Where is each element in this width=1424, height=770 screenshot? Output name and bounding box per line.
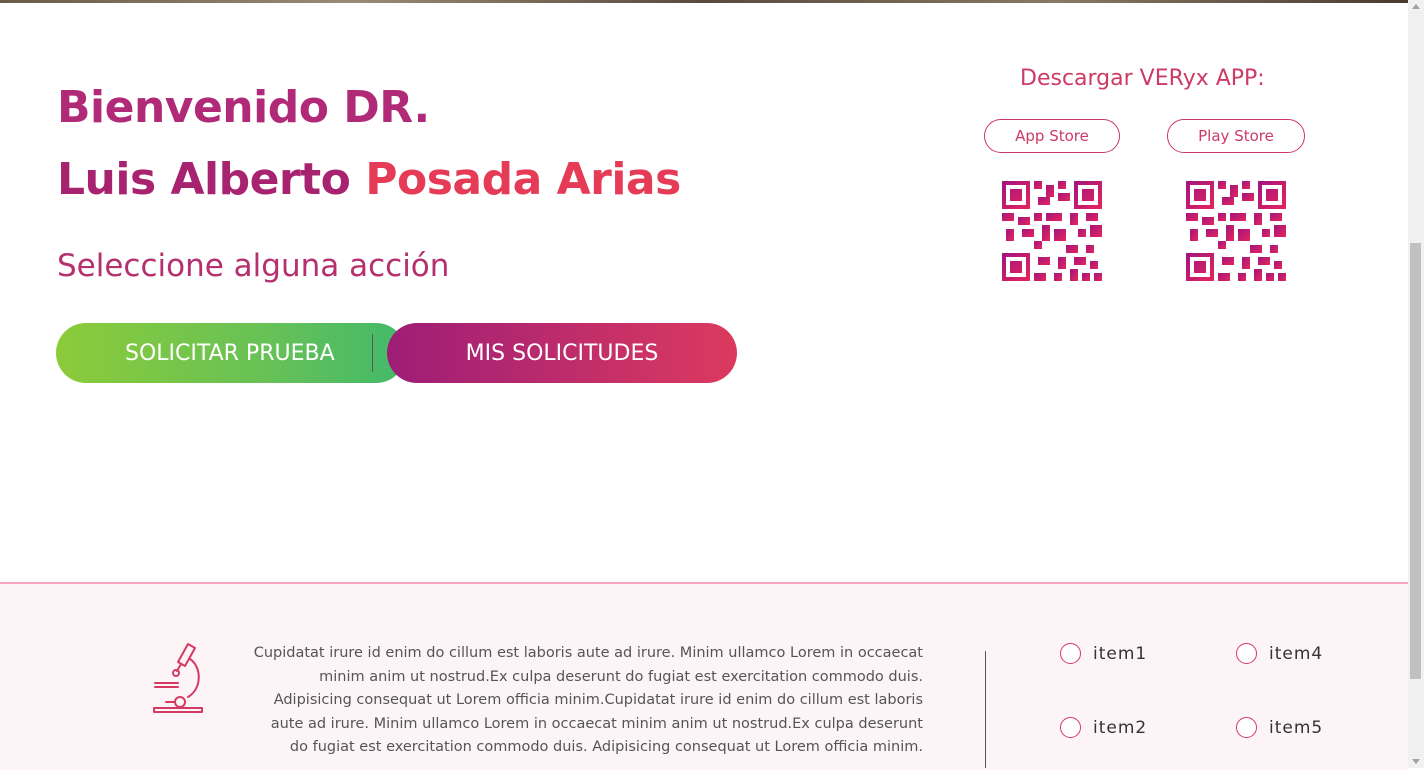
item-option-2[interactable]: item2: [1060, 717, 1147, 738]
radio-circle-icon[interactable]: [1060, 643, 1081, 664]
button-divider: [372, 334, 373, 372]
item-label: item5: [1269, 717, 1324, 738]
download-app-title: Descargar VERyx APP:: [1020, 66, 1265, 91]
radio-circle-icon[interactable]: [1236, 643, 1257, 664]
doctor-first-name: Luis Alberto: [57, 154, 351, 205]
select-action-subtitle: Seleccione alguna acción: [57, 248, 450, 284]
microscope-icon: [153, 643, 203, 713]
footer-description: Cupidatat irure id enim do cillum est la…: [253, 645, 923, 755]
item-option-1[interactable]: item1: [1060, 643, 1147, 664]
app-store-button[interactable]: App Store: [984, 119, 1120, 153]
item-label: item2: [1093, 717, 1148, 738]
mis-solicitudes-button[interactable]: MIS SOLICITUDES: [387, 323, 737, 383]
app-store-qr-code: [1002, 181, 1102, 281]
item-option-5[interactable]: item5: [1236, 717, 1323, 738]
play-store-button[interactable]: Play Store: [1167, 119, 1305, 153]
radio-circle-icon[interactable]: [1060, 717, 1081, 738]
solicitar-prueba-button[interactable]: SOLICITAR PRUEBA: [56, 323, 406, 383]
header-image-strip: [0, 0, 1408, 3]
scroll-up-icon[interactable]: [1412, 4, 1420, 9]
welcome-heading: Bienvenido DR. Luis Alberto Posada Arias: [57, 72, 681, 216]
item-option-4[interactable]: item4: [1236, 643, 1323, 664]
scroll-down-icon[interactable]: [1412, 759, 1420, 764]
scrollbar[interactable]: [1408, 0, 1424, 768]
scrollbar-thumb[interactable]: [1410, 243, 1421, 679]
doctor-name: Luis Alberto Posada Arias: [57, 144, 681, 216]
welcome-line: Bienvenido DR.: [57, 82, 430, 133]
play-store-qr-code: [1186, 181, 1286, 281]
footer-divider: [985, 651, 986, 768]
radio-circle-icon[interactable]: [1236, 717, 1257, 738]
item-label: item1: [1093, 643, 1148, 664]
item-label: item4: [1269, 643, 1324, 664]
doctor-last-name: Posada Arias: [365, 154, 681, 205]
